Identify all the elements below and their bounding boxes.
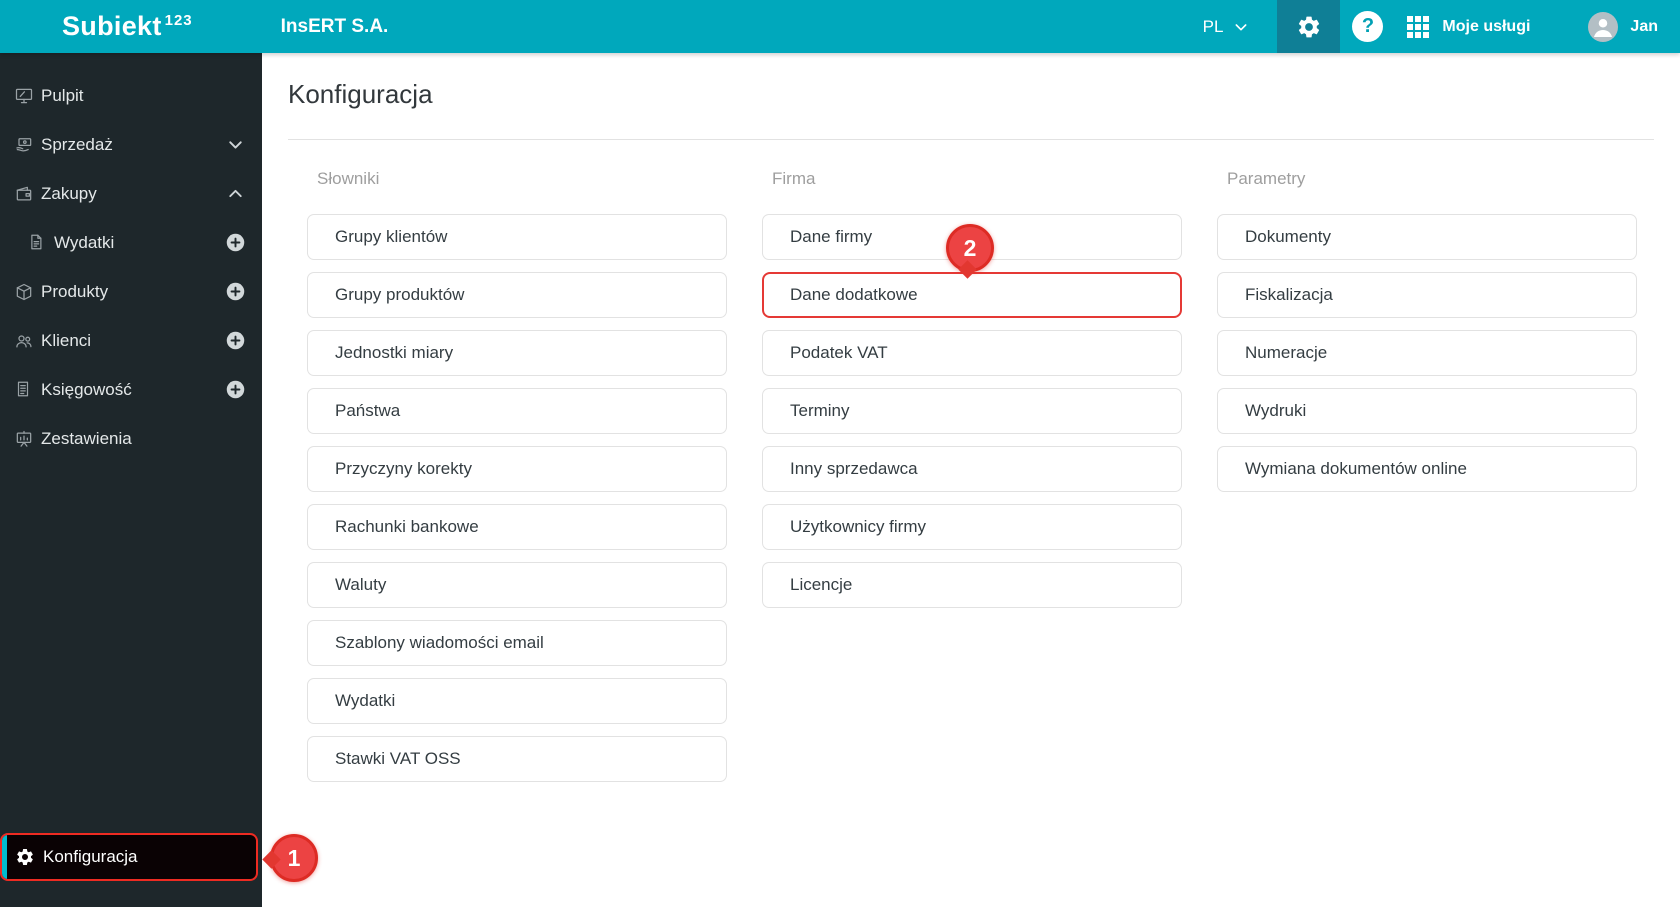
sidebar-item-ksiegowosc[interactable]: Księgowość	[0, 365, 262, 414]
sidebar-item-produkty[interactable]: Produkty	[0, 267, 262, 316]
my-services-button[interactable]: Moje usługi	[1407, 15, 1531, 38]
settings-button[interactable]	[1277, 0, 1341, 53]
config-tile-grupy-produktow[interactable]: Grupy produktów	[307, 272, 727, 318]
help-button[interactable]: ?	[1352, 11, 1384, 42]
page-title: Konfiguracja	[288, 79, 433, 109]
config-tile-wydruki[interactable]: Wydruki	[1217, 388, 1637, 434]
config-tile-jednostki-miary[interactable]: Jednostki miary	[307, 330, 727, 376]
sidebar-item-label: Księgowość	[41, 379, 132, 399]
user-avatar-icon	[1588, 11, 1619, 42]
config-tile-wymiana-dokumentow[interactable]: Wymiana dokumentów online	[1217, 446, 1637, 492]
gear-icon	[1296, 14, 1322, 40]
desktop-icon	[14, 86, 34, 106]
brand-sup: 123	[164, 12, 193, 29]
annotation-step-badge: 1	[270, 834, 318, 882]
sidebar-item-pulpit[interactable]: Pulpit	[0, 71, 262, 120]
sidebar-item-label: Klienci	[41, 330, 92, 350]
column-slowniki: Słowniki Grupy klientów Grupy produktów …	[307, 168, 727, 794]
sidebar-item-label: Produkty	[41, 281, 109, 301]
sidebar-item-zakupy[interactable]: Zakupy	[0, 169, 262, 218]
annotation-step-badge: 2	[946, 224, 994, 272]
config-tile-licencje[interactable]: Licencje	[762, 562, 1182, 608]
config-tile-wydatki[interactable]: Wydatki	[307, 678, 727, 724]
sales-icon	[14, 135, 34, 155]
box-icon	[14, 282, 34, 302]
sidebar-item-wydatki[interactable]: Wydatki	[0, 218, 262, 267]
chart-board-icon	[14, 429, 34, 449]
people-icon	[14, 331, 34, 351]
company-name: InsERT S.A.	[280, 15, 389, 37]
sidebar-item-label: Zakupy	[41, 183, 97, 203]
question-mark-icon: ?	[1361, 15, 1375, 37]
plus-circle-icon[interactable]	[225, 232, 246, 253]
gear-icon	[15, 847, 35, 867]
config-tile-rachunki-bankowe[interactable]: Rachunki bankowe	[307, 504, 727, 550]
user-name-label: Jan	[1630, 17, 1658, 35]
sidebar-item-label: Wydatki	[54, 232, 115, 252]
config-tile-uzytkownicy-firmy[interactable]: Użytkownicy firmy	[762, 504, 1182, 550]
topbar: Subiekt123 InsERT S.A. PL ? Moje usługi	[0, 0, 1680, 53]
apps-grid-icon	[1407, 15, 1430, 38]
brand-text: Subiekt	[62, 11, 162, 41]
plus-circle-icon[interactable]	[225, 379, 246, 400]
config-tile-terminy[interactable]: Terminy	[762, 388, 1182, 434]
sidebar-item-label: Zestawienia	[41, 428, 132, 448]
sidebar-item-zestawienia[interactable]: Zestawienia	[0, 414, 262, 463]
column-header: Firma	[772, 169, 816, 188]
language-selector[interactable]: PL	[1203, 17, 1250, 37]
column-parametry: Parametry Dokumenty Fiskalizacja Numerac…	[1217, 168, 1637, 794]
language-label: PL	[1202, 16, 1224, 36]
document-icon	[27, 233, 47, 253]
main-content: Konfiguracja Słowniki Grupy klientów Gru…	[262, 53, 1680, 907]
plus-circle-icon[interactable]	[225, 281, 246, 302]
column-header: Parametry	[1227, 169, 1306, 188]
config-tile-stawki-vat-oss[interactable]: Stawki VAT OSS	[307, 736, 727, 782]
chevron-down-icon[interactable]	[225, 134, 246, 155]
chevron-down-icon	[1233, 19, 1249, 35]
wallet-icon	[14, 184, 34, 204]
config-tile-dane-dodatkowe[interactable]: Dane dodatkowe	[762, 272, 1182, 318]
sidebar-item-klienci[interactable]: Klienci	[0, 316, 262, 365]
config-tile-przyczyny-korekty[interactable]: Przyczyny korekty	[307, 446, 727, 492]
ledger-icon	[14, 380, 34, 400]
sidebar-item-konfiguracja[interactable]: Konfiguracja	[0, 833, 258, 881]
column-header: Słowniki	[317, 169, 380, 188]
my-services-label: Moje usługi	[1442, 17, 1531, 35]
sidebar-item-label: Pulpit	[41, 85, 84, 105]
app-logo[interactable]: Subiekt 123	[62, 11, 193, 42]
sidebar-item-label: Sprzedaż	[41, 134, 113, 154]
config-tile-waluty[interactable]: Waluty	[307, 562, 727, 608]
chevron-up-icon[interactable]	[225, 183, 246, 204]
sidebar-item-sprzedaz[interactable]: Sprzedaż	[0, 120, 262, 169]
plus-circle-icon[interactable]	[225, 330, 246, 351]
user-menu[interactable]: Jan	[1588, 11, 1658, 42]
topbar-actions: PL ? Moje usługi Jan	[1203, 0, 1680, 53]
config-tile-grupy-klientow[interactable]: Grupy klientów	[307, 214, 727, 260]
config-tile-numeracje[interactable]: Numeracje	[1217, 330, 1637, 376]
sidebar-item-label: Konfiguracja	[43, 847, 138, 866]
config-tile-szablony-email[interactable]: Szablony wiadomości email	[307, 620, 727, 666]
config-tile-inny-sprzedawca[interactable]: Inny sprzedawca	[762, 446, 1182, 492]
config-tile-dokumenty[interactable]: Dokumenty	[1217, 214, 1637, 260]
config-tile-fiskalizacja[interactable]: Fiskalizacja	[1217, 272, 1637, 318]
sidebar: Pulpit Sprzedaż Zakupy Wydatki Produkty …	[0, 53, 262, 907]
divider	[288, 139, 1654, 140]
config-tile-podatek-vat[interactable]: Podatek VAT	[762, 330, 1182, 376]
sidebar-nav: Pulpit Sprzedaż Zakupy Wydatki Produkty …	[0, 53, 262, 463]
config-tile-panstwa[interactable]: Państwa	[307, 388, 727, 434]
